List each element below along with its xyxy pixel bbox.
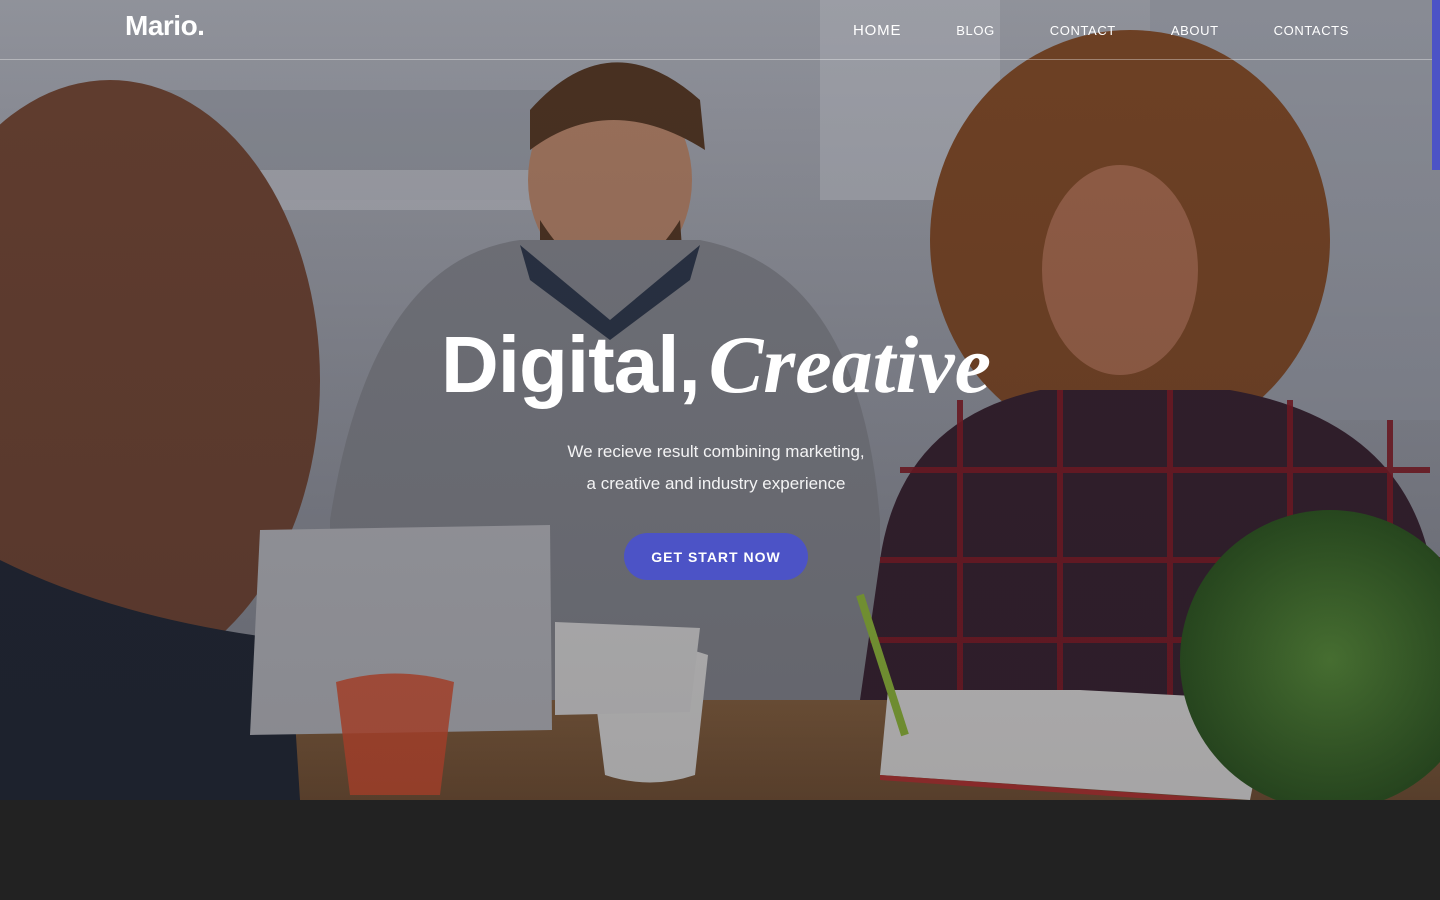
nav-item-blog[interactable]: BLOG bbox=[956, 23, 995, 38]
dark-footer-strip bbox=[0, 800, 1440, 900]
hero-subtitle: We recieve result combining marketing, a… bbox=[0, 436, 1432, 500]
hero-subtitle-line-1: We recieve result combining marketing, bbox=[567, 442, 865, 461]
hero-section: Mario. HOME BLOG CONTACT ABOUT CONTACTS … bbox=[0, 0, 1440, 800]
headline-italic: Creative bbox=[708, 319, 991, 410]
nav-item-about[interactable]: ABOUT bbox=[1171, 23, 1219, 38]
nav-item-contact[interactable]: CONTACT bbox=[1050, 23, 1116, 38]
site-logo[interactable]: Mario. bbox=[125, 10, 205, 42]
hero-subtitle-line-2: a creative and industry experience bbox=[586, 474, 846, 493]
site-header: Mario. HOME BLOG CONTACT ABOUT CONTACTS bbox=[0, 0, 1440, 60]
page-scrollbar[interactable] bbox=[1432, 0, 1440, 170]
nav-item-home[interactable]: HOME bbox=[853, 22, 901, 39]
get-start-now-button[interactable]: GET START NOW bbox=[624, 533, 808, 580]
headline-strong: Digital, bbox=[441, 320, 701, 409]
main-nav: HOME BLOG CONTACT ABOUT CONTACTS bbox=[798, 0, 1349, 60]
hero-headline: Digital, Creative bbox=[0, 318, 1432, 412]
nav-item-contacts[interactable]: CONTACTS bbox=[1274, 23, 1349, 38]
